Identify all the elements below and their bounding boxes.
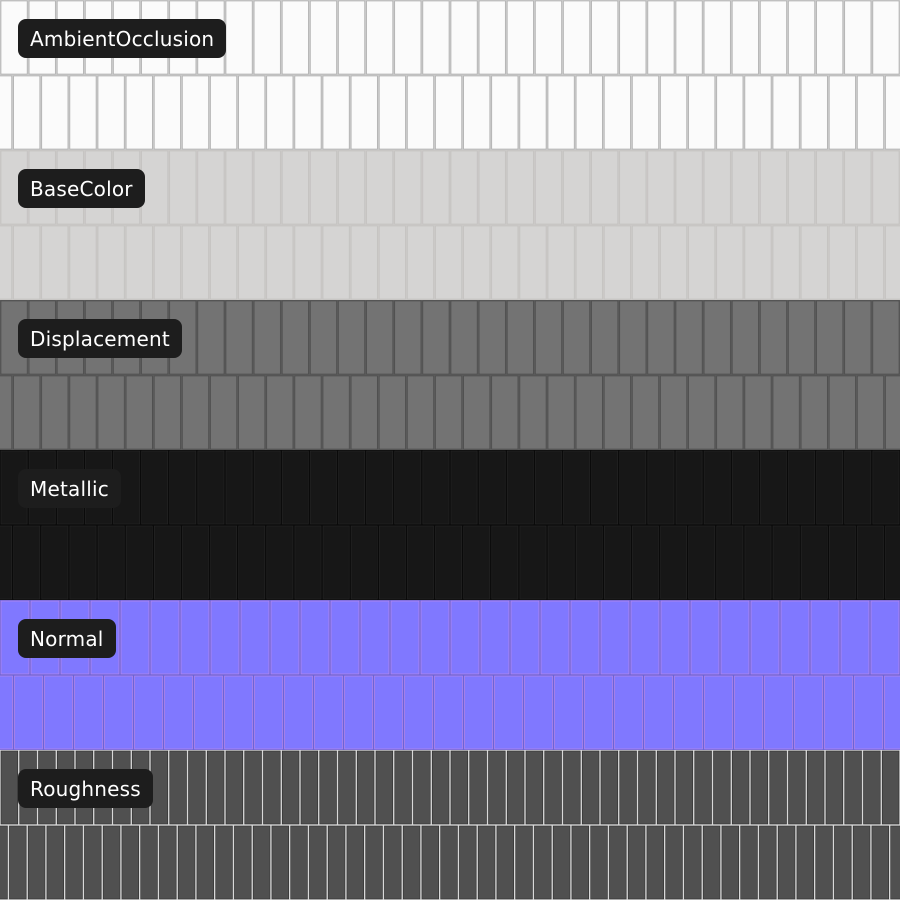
- label-displacement: Displacement: [18, 319, 182, 358]
- band-roughness: Roughness: [0, 750, 900, 900]
- band-metallic: Metallic: [0, 450, 900, 600]
- band-normal: Normal: [0, 600, 900, 750]
- band-base-color: BaseColor: [0, 150, 900, 300]
- band-displacement: Displacement: [0, 300, 900, 450]
- label-metallic: Metallic: [18, 469, 121, 508]
- band-ambient-occlusion: AmbientOcclusion: [0, 0, 900, 150]
- normal-map-texture: [0, 600, 900, 750]
- label-base-color: BaseColor: [18, 169, 145, 208]
- texture-map-stack: AmbientOcclusion BaseColor Displacement …: [0, 0, 900, 900]
- metallic-texture: [0, 450, 900, 600]
- label-ambient-occlusion: AmbientOcclusion: [18, 19, 227, 58]
- label-roughness: Roughness: [18, 769, 153, 808]
- label-normal: Normal: [18, 619, 116, 658]
